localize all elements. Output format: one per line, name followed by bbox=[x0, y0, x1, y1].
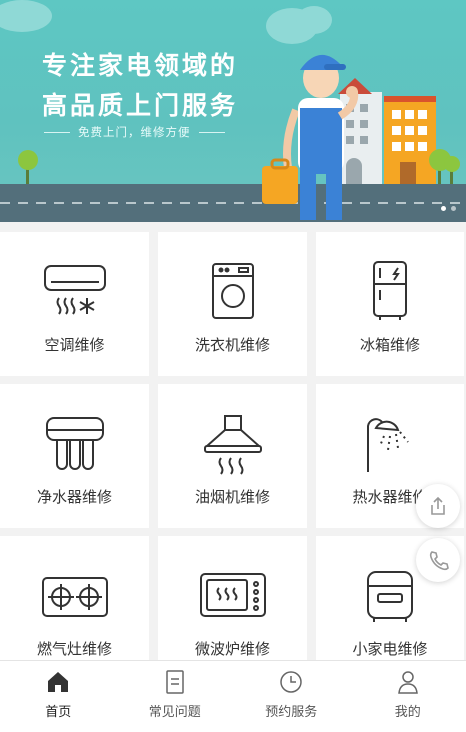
divider-line bbox=[198, 131, 225, 133]
small-appliance-icon bbox=[367, 571, 413, 622]
carousel-indicator bbox=[441, 206, 456, 211]
service-washing-machine[interactable]: 洗衣机维修 bbox=[158, 232, 307, 376]
tab-label: 首页 bbox=[45, 705, 72, 720]
share-icon bbox=[431, 496, 445, 515]
tab-home[interactable]: 首页 bbox=[0, 661, 117, 732]
bottom-tab-bar: 首页 常见问题 预约服务 我的 bbox=[0, 660, 466, 732]
washing-machine-icon bbox=[211, 263, 254, 319]
divider-line bbox=[44, 131, 70, 133]
tab-booking[interactable]: 预约服务 bbox=[233, 661, 350, 732]
phone-icon bbox=[429, 551, 449, 571]
service-gas-stove[interactable]: 燃气灶维修 bbox=[0, 536, 149, 680]
air-conditioner-icon bbox=[43, 265, 106, 315]
service-refrigerator[interactable]: 冰箱维修 bbox=[316, 232, 464, 376]
user-icon bbox=[397, 671, 418, 694]
service-label: 微波炉维修 bbox=[194, 640, 270, 658]
water-heater-icon bbox=[367, 418, 409, 472]
microwave-icon bbox=[199, 573, 266, 617]
banner-subtitle-text: 免费上门，维修方便 bbox=[78, 125, 191, 139]
water-purifier-icon bbox=[45, 417, 104, 470]
service-label: 油烟机维修 bbox=[194, 488, 270, 506]
service-label: 洗衣机维修 bbox=[194, 336, 270, 354]
service-microwave[interactable]: 微波炉维修 bbox=[158, 536, 307, 680]
service-air-conditioner[interactable]: 空调维修 bbox=[0, 232, 149, 376]
banner-headline-2: 高品质上门服务 bbox=[42, 91, 239, 120]
app-page: 专注家电领域的 高品质上门服务 免费上门，维修方便 空调维修 洗衣机维修 冰箱维… bbox=[0, 0, 466, 732]
service-label: 小家电维修 bbox=[352, 640, 428, 658]
service-label: 冰箱维修 bbox=[359, 336, 420, 354]
service-label: 净水器维修 bbox=[36, 488, 112, 506]
promo-banner[interactable]: 专注家电领域的 高品质上门服务 免费上门，维修方便 bbox=[0, 0, 466, 222]
banner-subtitle: 免费上门，维修方便 bbox=[44, 124, 225, 140]
gas-stove-icon bbox=[41, 577, 108, 617]
phone-button[interactable] bbox=[416, 538, 460, 582]
banner-headline-1: 专注家电领域的 bbox=[42, 51, 239, 80]
document-icon bbox=[166, 670, 184, 694]
home-icon bbox=[48, 672, 69, 692]
service-range-hood[interactable]: 油烟机维修 bbox=[158, 384, 307, 528]
range-hood-icon bbox=[203, 415, 262, 475]
service-water-purifier[interactable]: 净水器维修 bbox=[0, 384, 149, 528]
clock-icon bbox=[280, 671, 302, 693]
tab-profile[interactable]: 我的 bbox=[350, 661, 466, 732]
carousel-dot[interactable] bbox=[451, 206, 456, 211]
service-grid: 空调维修 洗衣机维修 冰箱维修 净水器维修 油烟机维修 热水器维修 燃气灶维修 … bbox=[0, 232, 466, 680]
service-label: 燃气灶维修 bbox=[36, 640, 112, 658]
refrigerator-icon bbox=[373, 261, 407, 320]
tab-label: 常见问题 bbox=[148, 705, 201, 720]
tab-label: 预约服务 bbox=[265, 705, 318, 720]
tab-label: 我的 bbox=[394, 705, 421, 720]
service-label: 空调维修 bbox=[44, 336, 105, 354]
carousel-dot[interactable] bbox=[441, 206, 446, 211]
tab-faq[interactable]: 常见问题 bbox=[117, 661, 234, 732]
share-button[interactable] bbox=[416, 484, 460, 528]
